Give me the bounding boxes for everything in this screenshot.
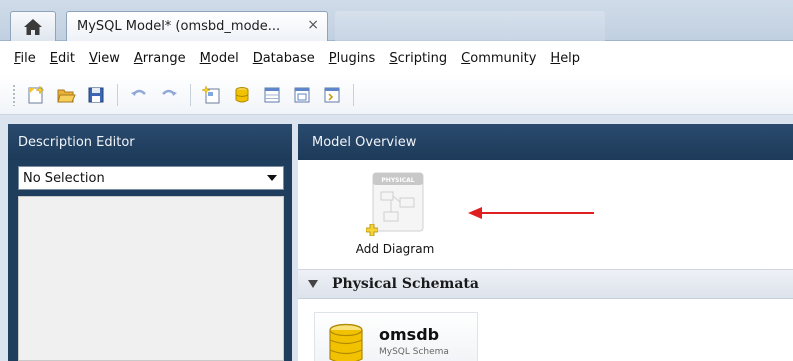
model-overview-panel: Model Overview PHYSICAL Add Diagram Phys… [298, 124, 793, 361]
schema-type: MySQL Schema [379, 347, 449, 357]
open-button[interactable] [54, 83, 78, 107]
undo-button[interactable] [127, 83, 151, 107]
menu-bar: File Edit View Arrange Model Database Pl… [0, 41, 793, 75]
description-editor-header: Description Editor [8, 124, 292, 160]
add-table-icon [264, 87, 280, 102]
tab-title: MySQL Model* (omsbd_mode... [77, 19, 281, 34]
description-editor-panel: Description Editor No Selection [8, 124, 292, 361]
toolbar-grip[interactable] [12, 83, 16, 106]
add-view-icon [294, 87, 310, 102]
menu-community[interactable]: Community [461, 51, 536, 66]
tab-mysql-model[interactable]: MySQL Model* (omsbd_mode... × [66, 11, 328, 41]
chevron-down-icon [267, 175, 277, 181]
add-schema-button[interactable] [230, 83, 254, 107]
add-schema-icon [235, 86, 249, 102]
physical-schemata-section-header[interactable]: Physical Schemata [298, 269, 793, 299]
menu-help[interactable]: Help [550, 51, 580, 66]
menu-file[interactable]: File [14, 51, 36, 66]
add-table-button[interactable] [260, 83, 284, 107]
new-document-button[interactable] [24, 83, 48, 107]
red-arrow-annotation [468, 207, 594, 219]
toolbar-separator [353, 83, 354, 106]
add-diagram-button[interactable]: PHYSICAL Add Diagram [350, 172, 440, 262]
home-tab[interactable] [10, 11, 56, 41]
menu-arrange[interactable]: Arrange [134, 51, 186, 66]
toolbar [0, 75, 793, 115]
add-routine-icon [324, 87, 340, 102]
redo-button[interactable] [157, 83, 181, 107]
database-icon [329, 323, 363, 361]
open-folder-icon [57, 89, 76, 102]
menu-edit[interactable]: Edit [50, 51, 75, 66]
section-title: Physical Schemata [332, 276, 479, 292]
description-text-area[interactable] [18, 196, 284, 361]
diagram-thumb-label: PHYSICAL [381, 177, 414, 184]
add-diagram-label: Add Diagram [355, 242, 435, 256]
redo-icon [162, 89, 177, 96]
home-icon [24, 18, 42, 35]
menu-scripting[interactable]: Scripting [389, 51, 447, 66]
model-overview-header: Model Overview [298, 124, 793, 160]
close-icon[interactable]: × [307, 17, 319, 33]
add-diagram-button[interactable] [200, 83, 224, 107]
save-button[interactable] [84, 83, 108, 107]
add-routine-button[interactable] [320, 83, 344, 107]
add-diagram-icon [202, 84, 220, 103]
toolbar-separator [190, 83, 191, 106]
inactive-tab-area [335, 11, 605, 41]
menu-view[interactable]: View [89, 51, 120, 66]
plus-icon [366, 224, 378, 236]
diagram-thumbnail-icon: PHYSICAL [372, 172, 424, 232]
save-icon [88, 87, 104, 102]
menu-plugins[interactable]: Plugins [329, 51, 376, 66]
selection-value: No Selection [23, 170, 105, 186]
menu-database[interactable]: Database [253, 51, 315, 66]
add-view-button[interactable] [290, 83, 314, 107]
collapse-triangle-icon[interactable] [308, 280, 318, 288]
selection-dropdown[interactable]: No Selection [18, 166, 284, 190]
schema-name: omsdb [379, 325, 440, 344]
menu-model[interactable]: Model [200, 51, 239, 66]
undo-icon [131, 89, 146, 96]
tab-bar: MySQL Model* (omsbd_mode... × [0, 0, 793, 41]
schema-item-omsdb[interactable]: omsdb MySQL Schema [314, 312, 478, 361]
new-document-icon [28, 84, 45, 103]
toolbar-separator [117, 83, 118, 106]
